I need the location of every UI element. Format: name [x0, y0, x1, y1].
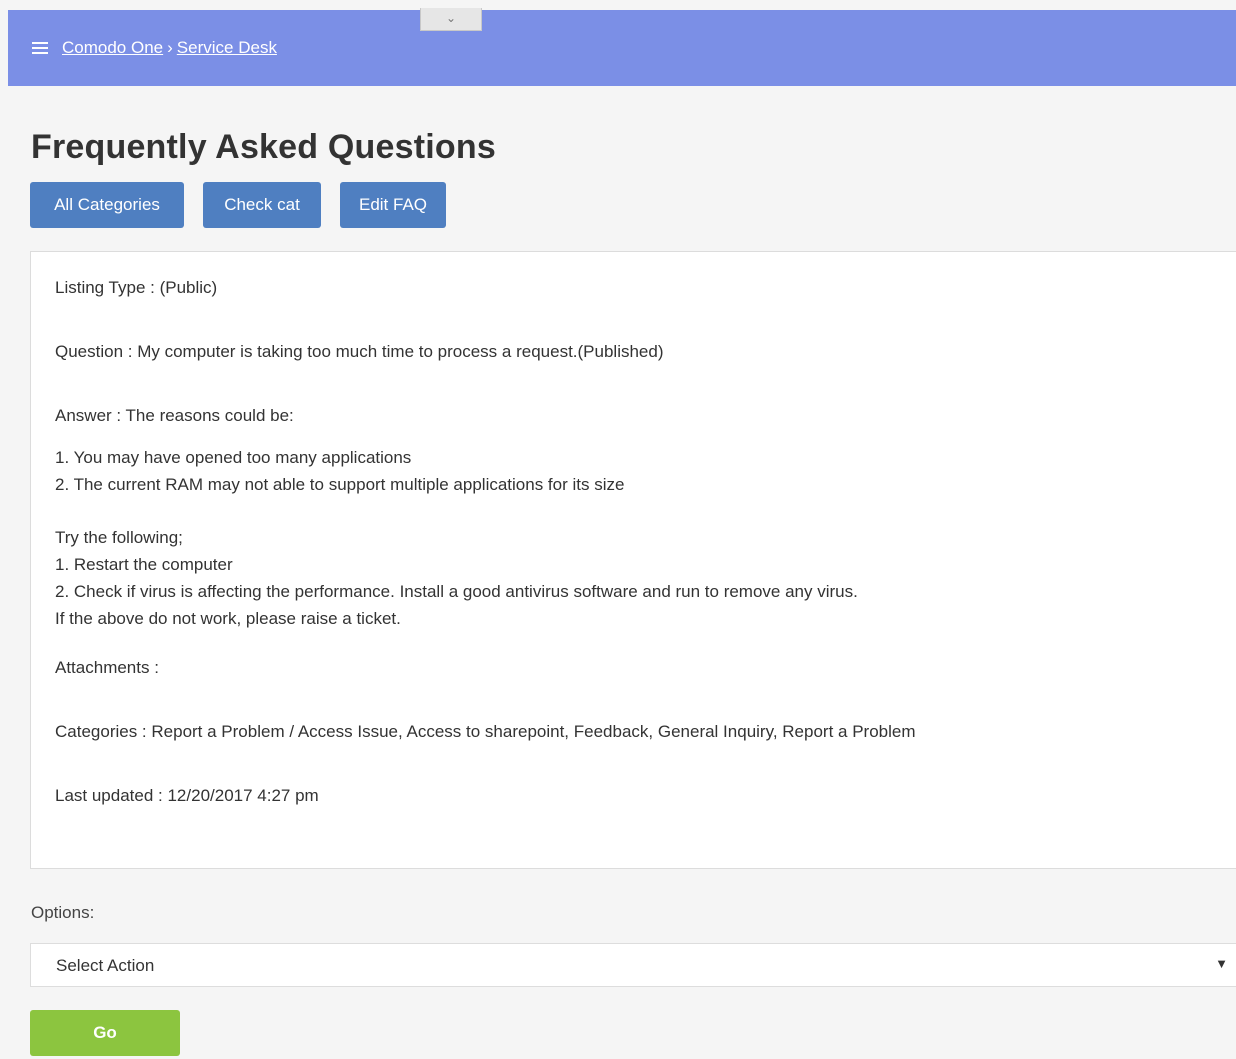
- breadcrumb-link-comodo-one[interactable]: Comodo One: [62, 38, 163, 57]
- go-button[interactable]: Go: [30, 1010, 180, 1056]
- edit-faq-button[interactable]: Edit FAQ: [340, 182, 446, 228]
- faq-answer-intro: Answer : The reasons could be:: [55, 406, 294, 425]
- check-cat-button[interactable]: Check cat: [203, 182, 321, 228]
- list-item: 2. The current RAM may not able to suppo…: [55, 475, 625, 494]
- breadcrumb: Comodo One › Service Desk: [62, 38, 277, 58]
- list-item: Try the following;: [55, 528, 183, 547]
- breadcrumb-separator: ›: [167, 38, 173, 57]
- faq-steps-list: Try the following; 1. Restart the comput…: [55, 524, 858, 632]
- dropdown-caret-icon: ▼: [1215, 956, 1228, 971]
- list-item: 1. Restart the computer: [55, 555, 233, 574]
- list-item: 2. Check if virus is affecting the perfo…: [55, 582, 858, 601]
- page-title: Frequently Asked Questions: [31, 128, 496, 166]
- options-label: Options:: [31, 903, 95, 922]
- all-categories-button[interactable]: All Categories: [30, 182, 184, 228]
- faq-detail-card: Listing Type : (Public) Question : My co…: [30, 251, 1236, 869]
- faq-question: Question : My computer is taking too muc…: [55, 342, 664, 361]
- list-item: If the above do not work, please raise a…: [55, 609, 401, 628]
- collapse-toggle-chevron-icon[interactable]: ⌄: [420, 8, 482, 31]
- listing-type: Listing Type : (Public): [55, 278, 218, 297]
- faq-reasons-list: 1. You may have opened too many applicat…: [55, 444, 624, 498]
- faq-last-updated: Last updated : 12/20/2017 4:27 pm: [55, 786, 319, 805]
- top-bar: Comodo One › Service Desk ⌄: [8, 8, 1236, 86]
- breadcrumb-link-service-desk[interactable]: Service Desk: [177, 38, 277, 57]
- action-select[interactable]: Select Action ▼: [30, 943, 1236, 987]
- action-select-value: Select Action: [56, 956, 155, 975]
- list-item: 1. You may have opened too many applicat…: [55, 448, 412, 467]
- faq-categories: Categories : Report a Problem / Access I…: [55, 722, 916, 741]
- hamburger-menu-icon[interactable]: [32, 42, 48, 54]
- faq-attachments: Attachments :: [55, 658, 159, 677]
